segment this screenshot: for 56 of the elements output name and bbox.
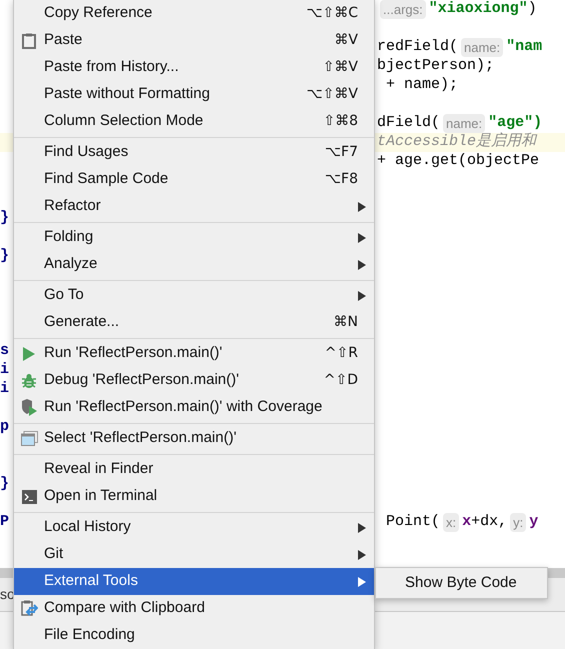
menu-item[interactable]: External Tools <box>14 568 374 595</box>
shortcut-label: ⌥⇧⌘V <box>306 85 359 104</box>
menu-item[interactable]: Compare with Clipboard <box>14 595 374 622</box>
shortcut-label: ⇧⌘V <box>322 58 359 77</box>
menu-item[interactable]: Find Usages ⌥F7 <box>14 139 374 166</box>
menu-item[interactable]: Find Sample Code ⌥F8 <box>14 166 374 193</box>
code-line: + age.get(objectPe <box>377 151 540 172</box>
menu-item[interactable]: Column Selection Mode ⇧⌘8 <box>14 108 374 135</box>
menu-item[interactable]: Copy Reference ⌥⇧⌘C <box>14 0 374 27</box>
code-text: } <box>0 475 10 492</box>
shortcut-label: ⌥⇧⌘C <box>306 4 359 23</box>
code-text: } <box>0 209 10 226</box>
bug-icon <box>21 372 37 388</box>
menu-item[interactable]: Folding <box>14 224 374 251</box>
menu-item[interactable]: Open in Terminal <box>14 483 374 510</box>
terminal-icon <box>22 490 36 504</box>
menu-item[interactable]: Paste ⌘V <box>14 27 374 54</box>
menu-item[interactable]: Debug 'ReflectPerson.main()' ^⇧D <box>14 367 374 394</box>
compare-icon <box>20 600 38 617</box>
menu-item[interactable]: Local History <box>14 514 374 541</box>
code-line: tAccessible是启用和 <box>377 131 536 152</box>
menu-item[interactable]: Run 'ReflectPerson.main()' with Coverage <box>14 394 374 421</box>
menu-item[interactable]: Paste without Formatting ⌥⇧⌘V <box>14 81 374 108</box>
menu-item[interactable]: Run 'ReflectPerson.main()' ^⇧R <box>14 340 374 367</box>
menu-item[interactable]: Select 'ReflectPerson.main()' <box>14 425 374 452</box>
code-line: redField( name: "nam <box>377 36 542 58</box>
menu-item[interactable]: Go To <box>14 282 374 309</box>
clipboard-icon <box>22 32 36 48</box>
menu-item[interactable]: Generate... ⌘N <box>14 309 374 336</box>
code-text: s <box>0 342 10 360</box>
code-line: Point( x: x+dx, y: y <box>385 512 538 534</box>
code-text: i <box>0 361 10 378</box>
code-line: dField( name: "age") <box>377 112 542 134</box>
menu-item[interactable]: Paste from History... ⇧⌘V <box>14 54 374 81</box>
coverage-icon <box>20 399 38 416</box>
code-line: bjectPerson); <box>377 56 494 76</box>
menu-item[interactable]: Analyze <box>14 251 374 278</box>
shortcut-label: ⌥F8 <box>324 170 359 189</box>
run-icon <box>22 346 36 360</box>
shortcut-label: ⇧⌘8 <box>323 112 359 131</box>
code-text: P <box>0 513 10 530</box>
shortcut-label: ⌘V <box>334 31 359 50</box>
code-line: ...args: "xiaoxiong") <box>377 0 537 21</box>
menu-item[interactable]: Git <box>14 541 374 568</box>
code-text: i <box>0 380 10 398</box>
code-text: } <box>0 247 10 264</box>
menu-item[interactable]: Reveal in Finder <box>14 456 374 483</box>
shortcut-label: ^⇧D <box>324 371 359 390</box>
code-line: + name); <box>385 75 458 96</box>
menu-item[interactable]: Show Byte Code <box>376 569 547 597</box>
menu-item[interactable]: Refactor <box>14 193 374 220</box>
shortcut-label: ⌥F7 <box>324 143 359 162</box>
shortcut-label: ^⇧R <box>324 344 359 363</box>
shortcut-label: ⌘N <box>334 313 359 332</box>
code-text: p <box>0 418 10 436</box>
window-icon <box>20 431 38 446</box>
